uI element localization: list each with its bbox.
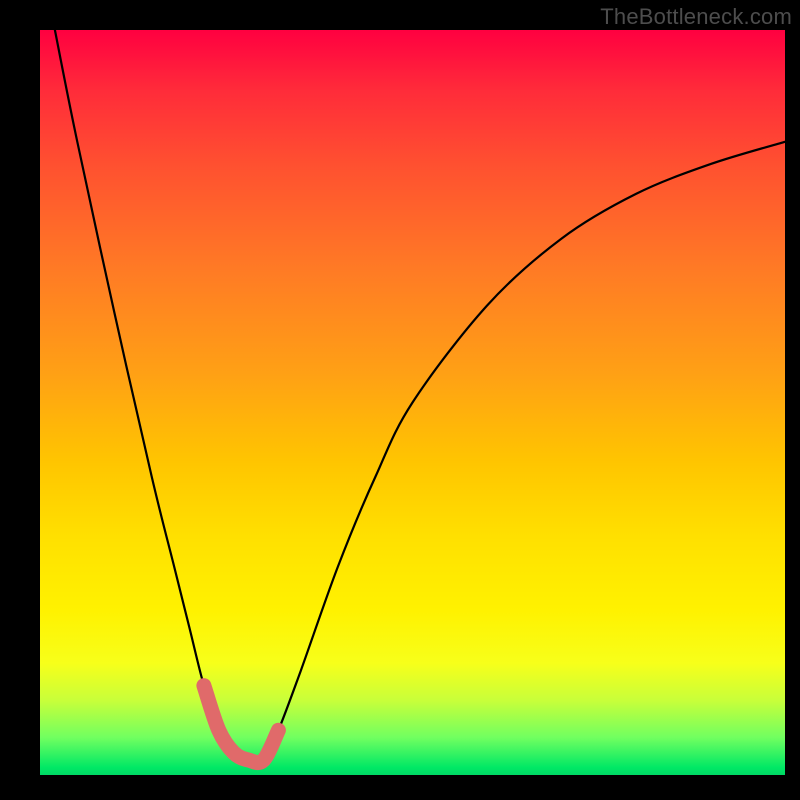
watermark-text: TheBottleneck.com bbox=[600, 4, 792, 30]
valley-highlight bbox=[204, 686, 279, 763]
main-curve bbox=[55, 30, 785, 763]
curve-layer bbox=[40, 30, 785, 775]
chart-frame: TheBottleneck.com bbox=[0, 0, 800, 800]
